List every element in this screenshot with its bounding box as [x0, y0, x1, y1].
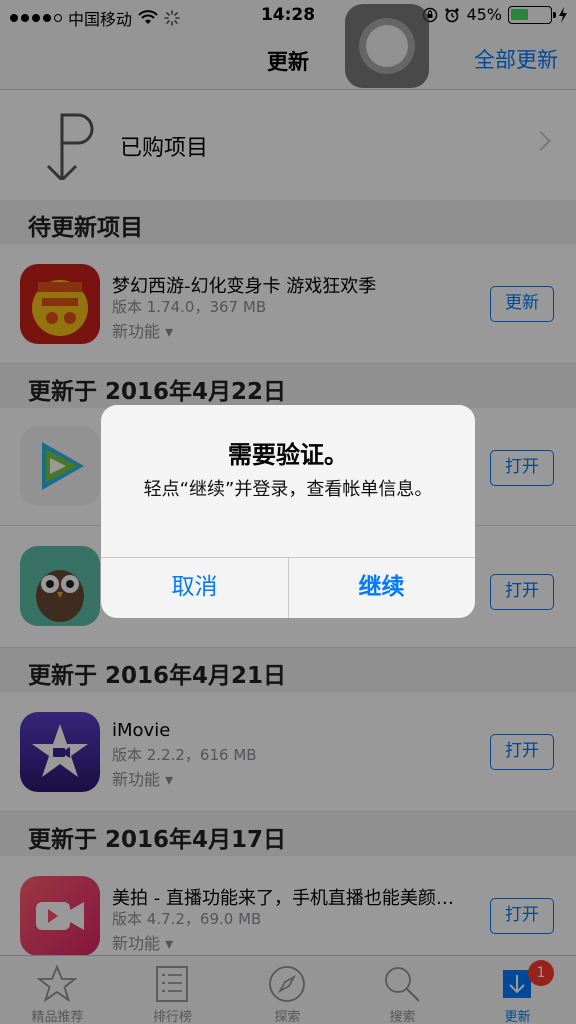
alert-title: 需要验证。 — [228, 441, 348, 469]
verification-alert: 需要验证。 轻点“继续”并登录，查看帐单信息。 取消 继续 — [101, 405, 475, 618]
continue-button[interactable]: 继续 — [288, 557, 475, 618]
app-store-updates-screen: 中国移动 14:28 45% 更新 全部更新 已购项目 待更新项目 梦幻西游-幻… — [0, 0, 576, 1024]
cancel-button[interactable]: 取消 — [101, 557, 288, 618]
alert-message: 轻点“继续”并登录，查看帐单信息。 — [143, 479, 433, 500]
